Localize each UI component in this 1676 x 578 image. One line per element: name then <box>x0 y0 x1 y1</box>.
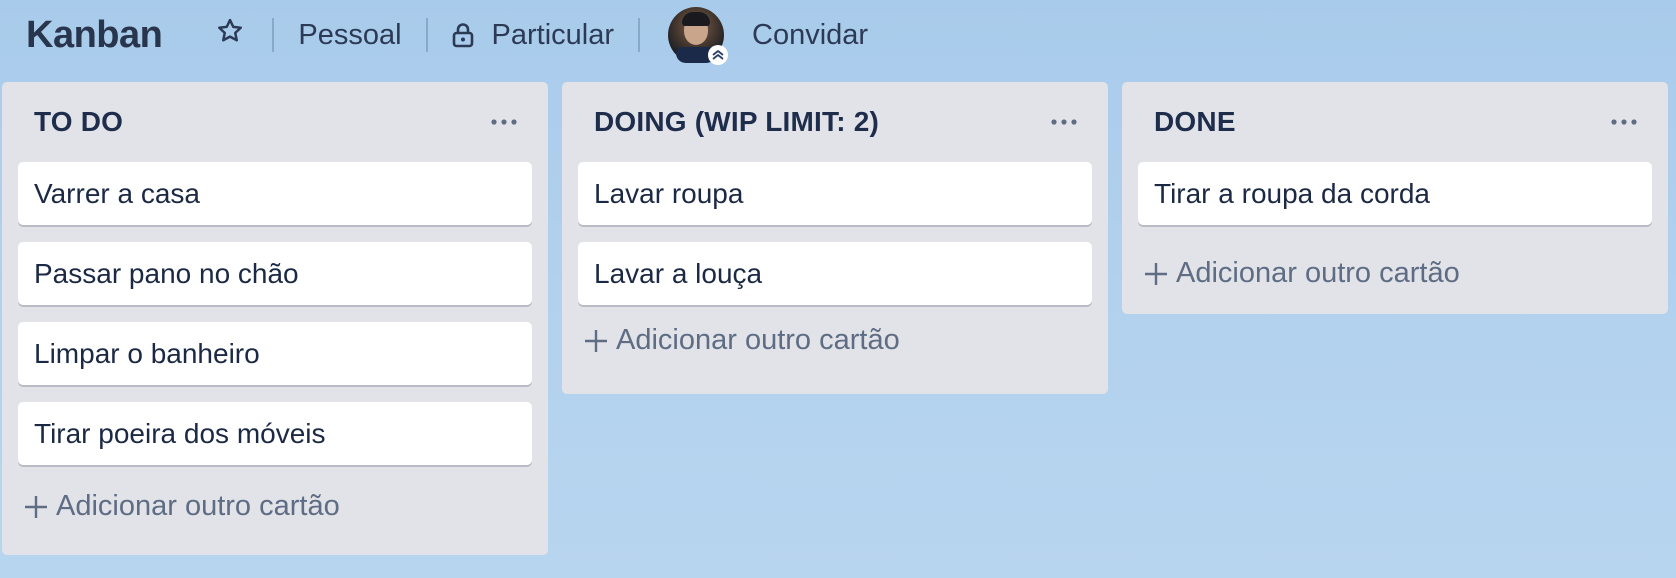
board-title[interactable]: Kanban <box>26 14 163 57</box>
list-title[interactable]: DOING (WIP LIMIT: 2) <box>594 106 879 138</box>
list-header: TO DO <box>2 82 548 162</box>
visibility-label: Particular <box>491 18 615 51</box>
card[interactable]: Lavar a louça <box>578 242 1092 305</box>
ellipsis-icon <box>1611 119 1637 125</box>
card-title: Tirar poeira dos móveis <box>34 417 326 449</box>
list-title[interactable]: TO DO <box>34 106 123 138</box>
star-icon <box>215 16 245 54</box>
card-list: Tirar a roupa da corda <box>1122 162 1668 225</box>
add-card-button[interactable]: Adicionar outro cartão <box>562 324 1108 357</box>
header-divider <box>272 18 275 52</box>
workspace-button[interactable]: Pessoal <box>298 13 401 57</box>
member-avatar[interactable] <box>668 7 729 65</box>
list-done: DONE Tirar a roupa da corda Adicionar ou… <box>1122 82 1668 314</box>
list-doing: DOING (WIP LIMIT: 2) Lavar roupa Lavar a… <box>562 82 1108 394</box>
invite-label: Convidar <box>752 18 869 51</box>
workspace-label: Pessoal <box>298 18 402 51</box>
plus-icon <box>584 329 608 353</box>
card-title: Varrer a casa <box>34 177 200 209</box>
avatar-hair <box>682 12 711 26</box>
header-divider <box>638 18 641 52</box>
add-card-label: Adicionar outro cartão <box>56 490 340 522</box>
card[interactable]: Lavar roupa <box>578 162 1092 225</box>
list-todo: TO DO Varrer a casa Passar pano no chão … <box>2 82 548 555</box>
list-menu-button[interactable] <box>1044 107 1084 137</box>
card-title: Passar pano no chão <box>34 257 299 289</box>
card-title: Lavar roupa <box>594 177 744 209</box>
card-title: Lavar a louça <box>594 257 763 289</box>
add-card-button[interactable]: Adicionar outro cartão <box>1122 257 1668 290</box>
lock-icon <box>452 22 474 48</box>
add-card-label: Adicionar outro cartão <box>1176 257 1460 289</box>
card[interactable]: Varrer a casa <box>18 162 532 225</box>
ellipsis-icon <box>1051 119 1077 125</box>
list-menu-button[interactable] <box>484 107 524 137</box>
card[interactable]: Tirar poeira dos móveis <box>18 402 532 465</box>
visibility-button[interactable]: Particular <box>452 13 615 57</box>
card[interactable]: Limpar o banheiro <box>18 322 532 385</box>
plus-icon <box>24 495 48 519</box>
invite-button[interactable]: Convidar <box>752 13 868 57</box>
ellipsis-icon <box>491 119 517 125</box>
card-title: Tirar a roupa da corda <box>1154 177 1430 209</box>
board-header: Kanban Pessoal Particular Convidar <box>0 0 1676 70</box>
list-header: DOING (WIP LIMIT: 2) <box>562 82 1108 162</box>
list-menu-button[interactable] <box>1604 107 1644 137</box>
star-board-button[interactable] <box>212 13 248 57</box>
card-list: Varrer a casa Passar pano no chão Limpar… <box>2 162 548 465</box>
card-list: Lavar roupa Lavar a louça <box>562 162 1108 305</box>
add-card-button[interactable]: Adicionar outro cartão <box>2 490 548 523</box>
header-divider <box>425 18 428 52</box>
card-title: Limpar o banheiro <box>34 337 260 369</box>
admin-badge-icon <box>708 45 729 65</box>
plus-icon <box>1144 262 1168 286</box>
list-header: DONE <box>1122 82 1668 162</box>
add-card-label: Adicionar outro cartão <box>616 324 900 356</box>
card[interactable]: Tirar a roupa da corda <box>1138 162 1652 225</box>
list-title[interactable]: DONE <box>1154 106 1236 138</box>
card[interactable]: Passar pano no chão <box>18 242 532 305</box>
